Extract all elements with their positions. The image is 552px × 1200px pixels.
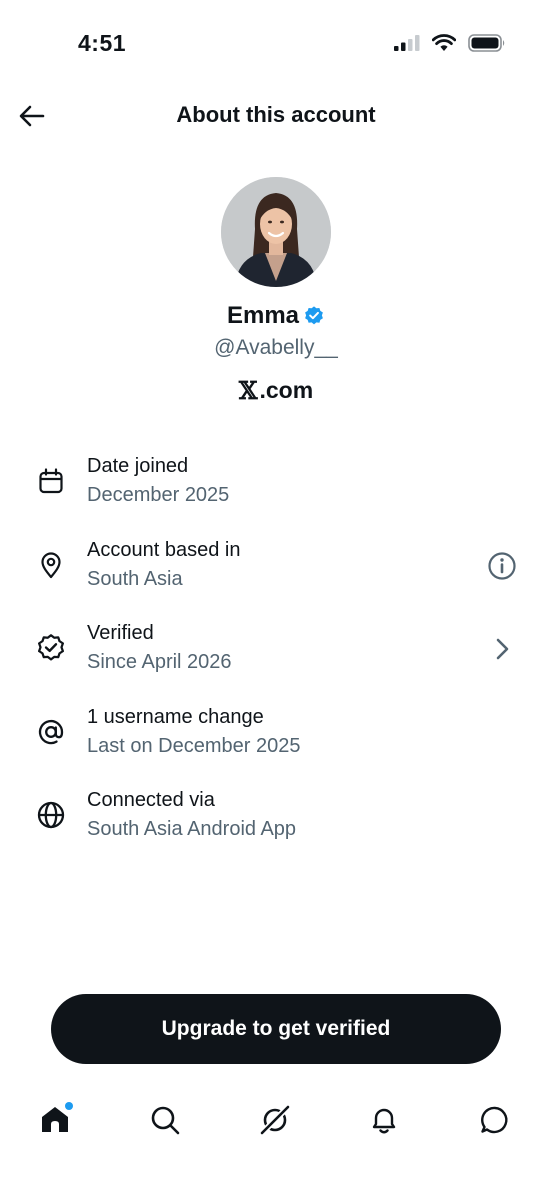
wifi-icon — [432, 34, 456, 51]
messages-icon — [481, 1106, 508, 1134]
info-subtitle: South Asia — [87, 568, 183, 590]
info-text: Account based in South Asia — [87, 536, 240, 594]
info-row-account-based-in: Account based in South Asia — [0, 536, 552, 606]
info-subtitle: Last on December 2025 — [87, 735, 301, 757]
avatar[interactable] — [221, 177, 331, 287]
verified-badge-icon — [305, 306, 323, 325]
nav-search[interactable] — [147, 1102, 183, 1138]
info-row-date-joined: Date joined December 2025 — [0, 452, 552, 522]
handle: @Avabelly__ — [214, 336, 338, 359]
home-unread-dot — [65, 1102, 73, 1110]
info-button[interactable] — [486, 550, 518, 582]
info-subtitle: South Asia Android App — [87, 818, 297, 840]
calendar-icon — [36, 466, 66, 496]
status-bar: 4:51 — [0, 0, 552, 92]
at-sign-icon — [36, 717, 66, 747]
bottom-nav — [0, 1090, 552, 1150]
page-title: About this account — [176, 102, 376, 127]
grok-icon — [258, 1103, 292, 1137]
header: About this account — [0, 92, 552, 140]
notifications-icon — [372, 1108, 396, 1134]
source-row: 𝕏 .com — [0, 376, 552, 405]
info-row-verified[interactable]: Verified Since April 2026 — [0, 619, 552, 689]
cellular-signal-icon — [394, 35, 420, 51]
search-icon — [151, 1106, 180, 1135]
info-text: Connected via South Asia Android App — [87, 786, 296, 844]
info-title: Connected via — [87, 789, 215, 811]
x-logo: 𝕏 — [238, 376, 258, 405]
upgrade-button[interactable]: Upgrade to get verified — [51, 994, 501, 1064]
info-row-username-change: 1 username change Last on December 2025 — [0, 703, 552, 773]
info-subtitle: December 2025 — [87, 484, 230, 506]
info-text: 1 username change Last on December 2025 — [87, 703, 300, 761]
status-time: 4:51 — [78, 30, 127, 56]
nav-messages[interactable] — [477, 1102, 513, 1138]
info-row-connected-via: Connected via South Asia Android App — [0, 786, 552, 856]
display-name: Emma — [226, 302, 300, 329]
info-text: Verified Since April 2026 — [87, 619, 232, 677]
source-domain: .com — [259, 377, 314, 403]
chevron-right-icon — [496, 638, 509, 660]
nav-home[interactable] — [37, 1102, 73, 1138]
location-pin-icon — [36, 550, 66, 580]
chevron-button[interactable] — [486, 633, 518, 665]
name-row: Emma — [0, 302, 552, 330]
status-icons — [394, 34, 506, 52]
verified-outline-icon — [36, 633, 66, 663]
info-title: Date joined — [87, 455, 189, 477]
info-title: Account based in — [87, 539, 241, 561]
nav-grok[interactable] — [257, 1102, 293, 1138]
info-text: Date joined December 2025 — [87, 452, 229, 510]
globe-icon — [36, 800, 66, 830]
nav-notifications[interactable] — [366, 1102, 402, 1138]
info-title: Verified — [87, 622, 154, 644]
info-icon — [488, 552, 516, 580]
battery-icon — [468, 34, 505, 52]
info-title: 1 username change — [87, 706, 264, 728]
info-subtitle: Since April 2026 — [87, 651, 232, 673]
profile-photo — [221, 177, 331, 287]
